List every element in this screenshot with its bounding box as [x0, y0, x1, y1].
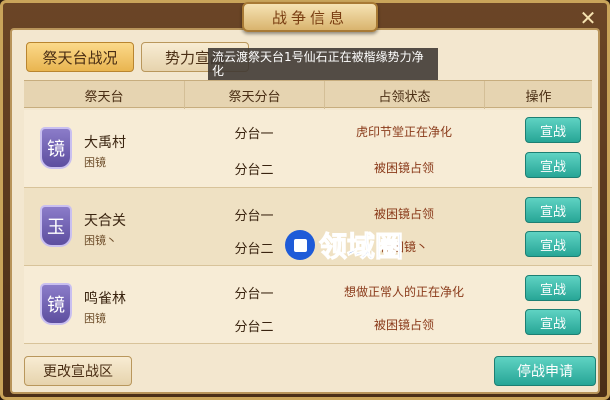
declare-war-button[interactable]: 宣战 — [525, 309, 581, 335]
occupation-status: 被困镜占领 — [373, 161, 434, 175]
sub-altar-name: 分台一 — [234, 209, 274, 224]
occupation-status: 被困镜占领 — [373, 318, 434, 332]
altar-name: 天合关 — [84, 213, 126, 229]
close-icon[interactable]: ✕ — [574, 4, 602, 32]
watermark: 领域圈 — [285, 228, 404, 264]
altar-badge-icon: 镜 — [40, 127, 72, 169]
declare-war-button[interactable]: 宣战 — [525, 152, 581, 178]
altar-owner: 困镜丶 — [84, 234, 117, 247]
tooltip-notice: 流云渡祭天台1号仙石正在被楷缘势力净化 — [208, 48, 438, 80]
occupation-status: 想做正常人的正在净化 — [343, 285, 464, 299]
sub-altar-name: 分台一 — [234, 127, 274, 142]
change-war-zone-button[interactable]: 更改宣战区 — [24, 356, 132, 386]
declare-war-button[interactable]: 宣战 — [525, 197, 581, 223]
watermark-logo-icon — [285, 230, 315, 260]
altar-group: 镜 大禹村 困镜 分台一 虎印节堂正在净化 宣战 分台二 被困镜占领 宣战 — [24, 110, 592, 188]
declare-war-button[interactable]: 宣战 — [525, 117, 581, 143]
window-title: 战争信息 — [242, 2, 378, 32]
altar-owner: 困镜 — [84, 156, 106, 169]
altar-badge-icon: 玉 — [40, 205, 72, 247]
occupation-status: 虎印节堂正在净化 — [355, 125, 452, 139]
altar-group: 镜 鸣雀林 困镜 分台一 想做正常人的正在净化 宣战 分台二 被困镜占领 宣战 — [24, 266, 592, 344]
declare-war-button[interactable]: 宣战 — [525, 231, 581, 257]
header-altar: 祭天台 — [84, 89, 124, 105]
sub-altar-name: 分台一 — [234, 287, 274, 302]
header-status: 占领状态 — [324, 81, 484, 109]
altar-name: 鸣雀林 — [84, 291, 126, 307]
occupation-status: 被困镜占领 — [373, 207, 434, 221]
ceasefire-request-button[interactable]: 停战申请 — [494, 356, 596, 386]
altar-table: 祭天台 祭天分台 占领状态 操作 镜 大禹村 困镜 分台一 虎印节堂正在净化 宣… — [24, 80, 592, 344]
altar-name: 大禹村 — [84, 135, 126, 151]
tab-altar-status[interactable]: 祭天台战况 — [26, 42, 134, 72]
table-header: 祭天台 祭天分台 占领状态 操作 — [24, 80, 592, 109]
sub-altar-name: 分台二 — [234, 163, 274, 178]
header-action: 操作 — [484, 81, 592, 109]
sub-altar-name: 分台二 — [234, 320, 274, 335]
altar-owner: 困镜 — [84, 312, 106, 325]
header-sub-altar: 祭天分台 — [184, 81, 324, 109]
altar-badge-icon: 镜 — [40, 283, 72, 325]
watermark-text: 领域圈 — [318, 230, 404, 264]
declare-war-button[interactable]: 宣战 — [525, 275, 581, 301]
